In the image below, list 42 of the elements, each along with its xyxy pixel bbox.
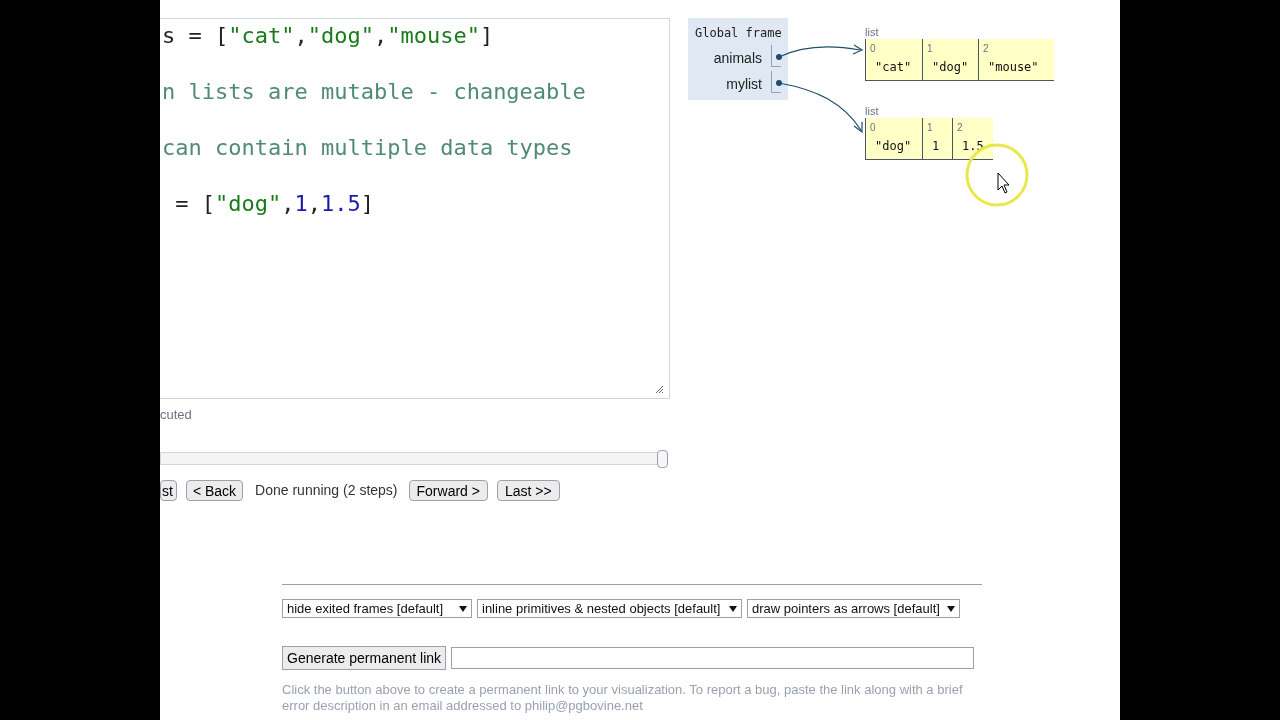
- help-note: Click the button above to create a permanent link to your visualization. To report a bug, paste the link along with a brief error description in an email addressed to philip@pgbovine.net: [282, 682, 964, 714]
- frame-title: Global frame: [695, 25, 782, 42]
- list-cell: [922, 118, 952, 160]
- permalink-button[interactable]: Generate permanent link: [282, 646, 447, 670]
- last-button[interactable]: Last >>: [496, 480, 560, 501]
- option-dropdown[interactable]: hide exited frames [default]: [282, 599, 472, 618]
- list-index: 1: [927, 42, 933, 56]
- permalink-field[interactable]: [451, 647, 975, 669]
- list-value: "dog": [932, 59, 969, 76]
- dropdown-caret-icon: [947, 605, 955, 612]
- cursor-highlight: [965, 143, 1029, 207]
- variable-name: mylist: [726, 75, 762, 94]
- first-button[interactable]: st: [160, 480, 177, 501]
- code-editor[interactable]: s = ["cat","dog","mouse"] n lists are mutable - changeable can contain multiple data types = ["dog",1,1.5]: [160, 18, 670, 399]
- list-cell: [952, 118, 993, 160]
- list-value: "mouse": [988, 59, 1039, 76]
- status-message: Done running (2 steps): [255, 481, 398, 500]
- list-index: 0: [870, 42, 876, 56]
- list-value: 1: [932, 138, 940, 155]
- step-slider[interactable]: [160, 452, 668, 465]
- option-dropdown[interactable]: draw pointers as arrows [default]: [747, 599, 960, 618]
- list-cell: [865, 118, 922, 160]
- variable-name: animals: [713, 49, 762, 68]
- back-button[interactable]: < Back: [185, 480, 244, 501]
- list-label: list: [865, 104, 879, 119]
- dropdown-caret-icon: [459, 605, 467, 612]
- mouse-cursor-icon: [997, 172, 1010, 194]
- list-label: list: [865, 25, 879, 40]
- list-index: 2: [983, 42, 989, 56]
- dropdown-caret-icon: [729, 605, 737, 612]
- slider-thumb[interactable]: [657, 450, 668, 468]
- option-dropdown[interactable]: inline primitives & nested objects [default]: [477, 599, 742, 618]
- list-cell: [865, 39, 922, 81]
- forward-button[interactable]: Forward >: [408, 480, 488, 501]
- list-index: 1: [927, 121, 933, 135]
- list-index: 0: [870, 121, 876, 135]
- list-value: "dog": [875, 138, 912, 155]
- resize-grip-icon[interactable]: [655, 385, 663, 393]
- list-index: 2: [957, 121, 963, 135]
- status-text: cuted: [160, 406, 192, 424]
- list-cell: [922, 39, 978, 81]
- list-value: "cat": [875, 59, 912, 76]
